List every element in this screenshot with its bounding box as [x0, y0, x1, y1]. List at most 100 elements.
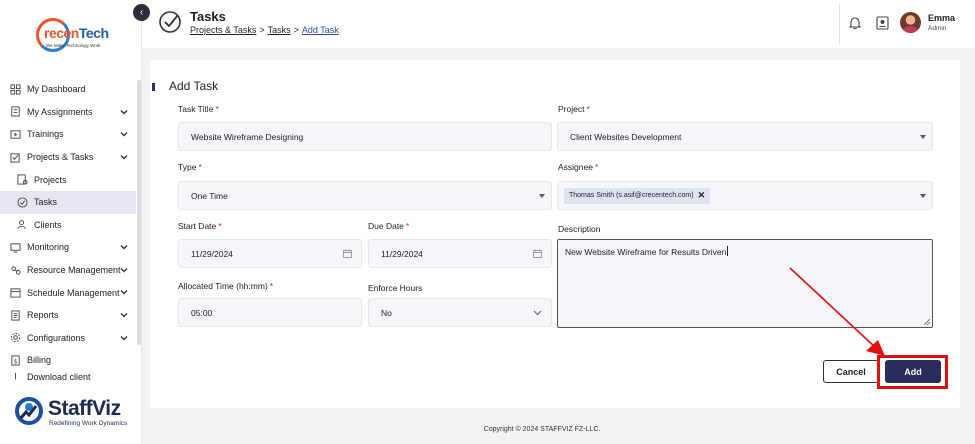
breadcrumb-tasks[interactable]: Tasks: [268, 25, 291, 35]
projects-icon: [17, 174, 28, 185]
breadcrumb-separator: >: [259, 25, 265, 35]
allocated-time-input[interactable]: 05:00: [178, 298, 362, 327]
task-title-label: Task Title *: [178, 104, 219, 114]
sidebar-item-label: Reports: [27, 310, 59, 321]
type-select[interactable]: One Time: [178, 181, 552, 210]
sidebar-item-billing[interactable]: $ Billing: [0, 349, 136, 372]
project-select[interactable]: Client Websites Development: [557, 122, 933, 151]
user-name[interactable]: Emma: [928, 13, 955, 23]
text-cursor: [727, 246, 729, 256]
assignee-select[interactable]: Thomas Smith (s.asif@crecentech.com) ✕: [557, 181, 933, 210]
chevron-down-icon: [120, 154, 128, 160]
breadcrumb-projects-tasks[interactable]: Projects & Tasks: [190, 25, 256, 35]
sidebar-scrollbar[interactable]: [137, 80, 141, 345]
sidebar-item-schedule-management[interactable]: Schedule Management: [0, 281, 136, 304]
task-check-icon: [159, 11, 181, 33]
chevron-down-icon: [120, 132, 128, 137]
id-badge-icon[interactable]: [876, 16, 889, 30]
sidebar-item-monitoring[interactable]: Monitoring: [0, 236, 136, 259]
enforce-hours-select[interactable]: No: [368, 298, 552, 327]
sidebar-collapse-button[interactable]: ‹: [133, 4, 150, 21]
sidebar-item-clients[interactable]: Clients: [0, 214, 136, 237]
schedule-icon: [10, 287, 21, 298]
assignments-icon: [10, 106, 21, 117]
tasks-icon: [17, 197, 28, 208]
description-label: Description: [558, 224, 601, 234]
chevron-left-icon: ‹: [139, 7, 144, 18]
add-task-card: Add Task Task Title * Website Wireframe D…: [150, 60, 960, 408]
sidebar-item-label: Trainings: [27, 129, 64, 140]
dropdown-arrow-icon: [539, 194, 545, 198]
staffviz-mark-icon: [15, 397, 43, 425]
staffviz-name: StaffViz: [48, 397, 121, 420]
reports-icon: [10, 310, 21, 321]
chevron-down-icon: [120, 312, 128, 318]
add-button[interactable]: Add: [885, 360, 941, 383]
bell-icon[interactable]: [848, 16, 862, 30]
required-mark: *: [269, 281, 274, 291]
sidebar-item-label: Configurations: [27, 332, 86, 343]
dropdown-arrow-icon: [920, 194, 926, 198]
sidebar-item-trainings[interactable]: Trainings: [0, 123, 136, 146]
top-header: Tasks Projects & Tasks > Tasks > Add Task Em…: [142, 0, 975, 48]
resource-icon: [10, 265, 21, 276]
sidebar-item-my-assignments[interactable]: My Assignments: [0, 101, 136, 124]
sidebar-item-label: Projects & Tasks: [27, 152, 94, 163]
resize-handle-icon[interactable]: [924, 319, 930, 325]
type-label: Type *: [178, 162, 202, 172]
staffviz-tagline: Redefining Work Dynamics: [49, 420, 128, 427]
description-textarea[interactable]: New Website Wireframe for Results Driven: [557, 239, 933, 328]
required-mark: *: [218, 221, 222, 231]
due-date-input[interactable]: 11/29/2024: [368, 239, 552, 268]
task-title-input[interactable]: Website Wireframe Designing: [178, 122, 552, 151]
project-label: Project *: [558, 104, 590, 114]
calendar-icon[interactable]: [343, 249, 352, 258]
assignee-tag: Thomas Smith (s.asif@crecentech.com) ✕: [564, 187, 711, 204]
enforce-hours-label: Enforce Hours: [368, 283, 423, 293]
allocated-time-label: Allocated Time (hh:mm) *: [178, 281, 274, 291]
user-avatar[interactable]: [900, 12, 921, 33]
sidebar-item-label: Download client: [27, 371, 91, 382]
start-date-input[interactable]: 11/29/2024: [178, 239, 362, 268]
breadcrumb-add-task[interactable]: Add Task: [302, 25, 339, 35]
sidebar: recenTech We Make Technology Work My Das…: [0, 0, 142, 444]
billing-icon: $: [10, 355, 21, 366]
chevron-down-icon: [120, 335, 128, 341]
sidebar-item-label: Tasks: [34, 197, 58, 208]
remove-tag-icon[interactable]: ✕: [698, 190, 706, 201]
required-mark: *: [405, 221, 410, 231]
sidebar-item-reports[interactable]: Reports: [0, 304, 136, 327]
logo-text-a: recen: [44, 25, 79, 41]
sidebar-item-label: Monitoring: [27, 242, 70, 253]
logo-tagline: We Make Technology Work: [46, 43, 101, 48]
form-title: Add Task: [169, 79, 219, 93]
trainings-icon: [10, 129, 21, 140]
cancel-button[interactable]: Cancel: [823, 360, 879, 383]
staffviz-logo: StaffViz Redefining Work Dynamics: [14, 396, 138, 432]
due-date-label: Due Date *: [368, 221, 410, 231]
logo-text-b: Tech: [78, 25, 109, 41]
monitoring-icon: [10, 242, 21, 253]
sidebar-item-configurations[interactable]: Configurations: [0, 327, 136, 350]
calendar-icon[interactable]: [533, 249, 542, 258]
chevron-down-icon: [120, 290, 128, 295]
annotation-arrow-icon: [789, 267, 885, 356]
sidebar-item-projects[interactable]: Projects: [0, 168, 136, 191]
chevron-down-icon: [120, 267, 128, 273]
sidebar-item-label: Clients: [34, 219, 62, 230]
page-title: Tasks: [190, 9, 226, 24]
crecentech-logo: recenTech We Make Technology Work: [36, 18, 109, 58]
sidebar-item-label: My Dashboard: [27, 84, 86, 95]
sidebar-item-resource-management[interactable]: Resource Management: [0, 259, 136, 282]
required-mark: *: [215, 104, 219, 114]
sidebar-item-download-client[interactable]: Download client: [0, 372, 136, 384]
required-mark: *: [198, 162, 202, 172]
sidebar-item-my-dashboard[interactable]: My Dashboard: [0, 78, 136, 101]
projects-tasks-icon: [10, 152, 21, 163]
required-mark: *: [586, 104, 590, 114]
dropdown-arrow-icon: [920, 135, 926, 139]
sidebar-item-tasks[interactable]: Tasks: [0, 190, 136, 214]
sidebar-item-projects-tasks[interactable]: Projects & Tasks: [0, 146, 136, 169]
sidebar-item-label: Schedule Management: [27, 287, 120, 298]
config-icon: [10, 332, 21, 343]
